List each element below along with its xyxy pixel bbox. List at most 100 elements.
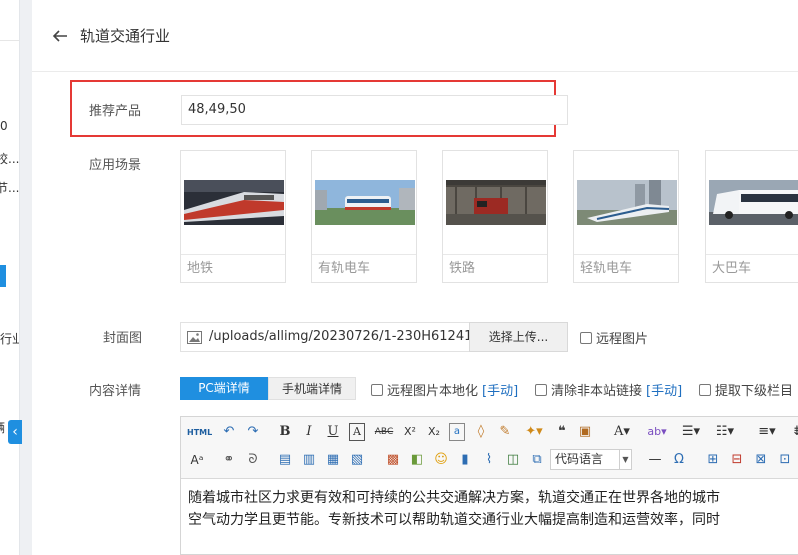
image-gallery-icon[interactable]: ◫	[505, 451, 521, 469]
scene-card-tram[interactable]: 有轨电车	[311, 150, 417, 283]
underline-icon[interactable]: U	[325, 423, 341, 441]
align-center-icon[interactable]: ▥	[301, 451, 317, 469]
extract-subcategories-label: 提取下级栏目	[715, 384, 794, 399]
font-color-icon[interactable]: A▾	[609, 423, 635, 441]
clear-links-manual-link[interactable]: [手动]	[646, 380, 682, 399]
checkbox-icon[interactable]	[580, 331, 592, 344]
cover-image-path: /uploads/allimg/20230726/1-230H612413	[209, 329, 470, 344]
localize-manual-link[interactable]: [手动]	[482, 380, 518, 399]
remote-image-label: 远程图片	[596, 332, 649, 347]
scene-card-railway[interactable]: 铁路	[442, 150, 548, 283]
code-icon[interactable]: ⧉	[529, 451, 545, 469]
superscript-icon[interactable]: X²	[401, 423, 419, 441]
link-icon[interactable]: ⚭	[221, 451, 237, 469]
html-source-button[interactable]: HTML	[187, 424, 212, 442]
special-char-icon[interactable]: Ω	[671, 451, 687, 469]
back-arrow-icon[interactable]	[52, 28, 68, 44]
localize-remote-images-checkbox[interactable]: 远程图片本地化 [手动]	[371, 380, 518, 399]
strikethrough-icon[interactable]: ABC	[373, 423, 395, 441]
cover-image-label: 封面图	[103, 331, 143, 346]
cover-image-input[interactable]: /uploads/allimg/20230726/1-230H612413	[180, 322, 470, 352]
chevron-down-icon[interactable]: ▼	[619, 450, 631, 469]
highlight-color-icon[interactable]: ab▾	[643, 423, 671, 441]
tab-pc-details[interactable]: PC端详情	[180, 377, 268, 400]
scene-card-bus[interactable]: 大巴车	[705, 150, 798, 283]
video-icon[interactable]: ▮	[457, 451, 473, 469]
tab-mobile-details[interactable]: 手机端详情	[268, 377, 356, 400]
scene-image-tram	[315, 180, 415, 225]
code-language-value: 代码语言	[555, 452, 604, 466]
sidebar-divider	[0, 40, 19, 41]
insert-row-icon[interactable]: ⊟	[729, 451, 745, 469]
attachment-icon[interactable]: ⌇	[481, 451, 497, 469]
checkbox-icon[interactable]	[535, 383, 547, 396]
horizontal-rule-icon[interactable]: —	[647, 451, 663, 469]
align-left-icon[interactable]: ▤	[277, 451, 293, 469]
scene-label: 大巴车	[706, 254, 798, 282]
scene-image-bus	[709, 180, 798, 225]
scenes-label: 应用场景	[89, 158, 142, 173]
page-header: 轨道交通行业	[32, 0, 798, 72]
sidebar-collapse-button[interactable]: ‹	[8, 420, 22, 444]
unordered-list-icon[interactable]: ☷▾	[711, 423, 739, 441]
bold-icon[interactable]: B	[277, 423, 293, 441]
paste-plain-icon[interactable]: ▣	[577, 423, 593, 441]
sidebar-fragment[interactable]: 0	[0, 119, 8, 133]
font-border-icon[interactable]: A	[349, 423, 365, 441]
editor-toolbar: HTML ↶ ↷ B I U A ABC X² X₂ a ◊ ✎ ✦▾ ❝ ▣ …	[181, 417, 798, 479]
align-right-icon[interactable]: ▦	[325, 451, 341, 469]
emoticon-icon[interactable]: ☺	[433, 451, 449, 469]
sidebar-fragment[interactable]: 行业	[0, 330, 19, 347]
line-height-icon[interactable]: ≡▾	[753, 423, 781, 441]
code-language-select[interactable]: 代码语言 ▼	[550, 449, 632, 470]
quote-icon[interactable]: ❝	[553, 423, 571, 441]
content-line: 随着城市社区力求更有效和可持续的公共交通解决方案，轨道交通正在世界各地的城市	[188, 490, 720, 506]
content-details-label: 内容详情	[89, 384, 142, 399]
scene-image-railway	[446, 180, 546, 225]
insert-image-icon[interactable]: ▩	[385, 451, 401, 469]
sidebar-fragment[interactable]: 节...	[0, 179, 19, 196]
checkbox-icon[interactable]	[371, 383, 383, 396]
scene-image-light-rail	[577, 180, 677, 225]
content-line: 空气动力学且更节能。专新技术可以帮助轨道交通行业大幅提高制造和运营效率，同时	[188, 512, 720, 528]
scene-card-subway[interactable]: 地铁	[180, 150, 286, 283]
font-size-icon[interactable]: Aᵃ	[187, 451, 207, 469]
scene-label: 铁路	[443, 254, 547, 282]
scene-label: 轻轨电车	[574, 254, 678, 282]
sidebar-active-marker	[0, 265, 6, 287]
insert-column-icon[interactable]: ⊠	[753, 451, 769, 469]
align-justify-icon[interactable]: ▧	[349, 451, 365, 469]
localize-remote-images-label: 远程图片本地化	[387, 384, 479, 399]
format-match-icon[interactable]: a	[449, 423, 465, 441]
merge-cells-icon[interactable]: ⊡	[777, 451, 793, 469]
scene-card-light-rail[interactable]: 轻轨电车	[573, 150, 679, 283]
recommended-products-label: 推荐产品	[89, 104, 142, 119]
paragraph-spacing-icon[interactable]: ⇟	[787, 423, 798, 441]
subscript-icon[interactable]: X₂	[425, 423, 443, 441]
brush-icon[interactable]: ✎	[497, 423, 513, 441]
page-title: 轨道交通行业	[80, 27, 171, 45]
sidebar-fragment[interactable]: 辆	[0, 419, 5, 436]
checkbox-icon[interactable]	[699, 383, 711, 396]
clear-external-links-checkbox[interactable]: 清除非本站链接 [手动]	[535, 380, 682, 399]
italic-icon[interactable]: I	[301, 423, 317, 441]
eraser-icon[interactable]: ◊	[473, 423, 489, 441]
insert-table-icon[interactable]: ⊞	[705, 451, 721, 469]
sidebar: 0 校... 节... 行业 辆	[0, 0, 20, 555]
ordered-list-icon[interactable]: ☰▾	[677, 423, 705, 441]
recommended-products-input[interactable]: 48,49,50	[181, 95, 568, 125]
multi-image-icon[interactable]: ◧	[409, 451, 425, 469]
unlink-icon[interactable]: ᘐ	[245, 451, 261, 469]
upload-button[interactable]: 选择上传...	[469, 322, 568, 352]
editor-content[interactable]: 随着城市社区力求更有效和可持续的公共交通解决方案，轨道交通正在世界各地的城市 空…	[188, 487, 798, 531]
auto-format-icon[interactable]: ✦▾	[521, 423, 547, 441]
clear-external-links-label: 清除非本站链接	[551, 384, 643, 399]
scene-label: 地铁	[181, 254, 285, 282]
redo-icon[interactable]: ↷	[245, 423, 261, 441]
sidebar-fragment[interactable]: 校...	[0, 150, 19, 167]
image-icon	[187, 331, 202, 348]
extract-subcategories-checkbox[interactable]: 提取下级栏目	[699, 380, 793, 399]
remote-image-checkbox[interactable]: 远程图片	[580, 328, 648, 347]
rich-text-editor: HTML ↶ ↷ B I U A ABC X² X₂ a ◊ ✎ ✦▾ ❝ ▣ …	[180, 416, 798, 555]
undo-icon[interactable]: ↶	[221, 423, 237, 441]
